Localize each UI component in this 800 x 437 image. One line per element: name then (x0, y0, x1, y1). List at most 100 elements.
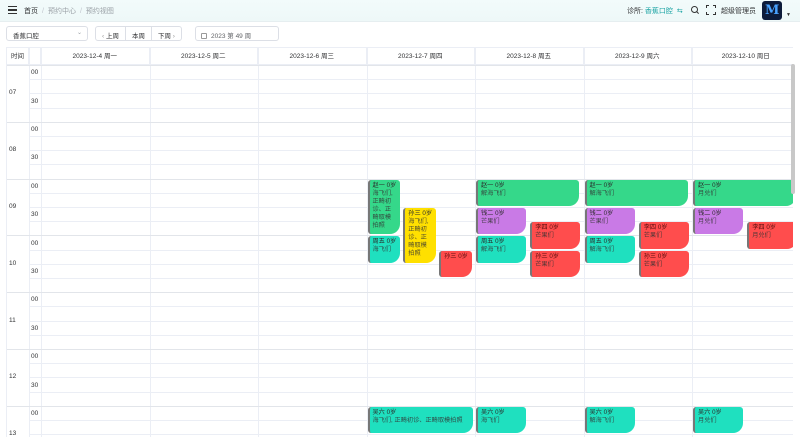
slot-divider (29, 363, 793, 365)
appointment-card[interactable]: 周五 0岁 海飞们 (367, 236, 401, 263)
top-bar: 首页/预约中心/预约视图 诊所: 香蕉口腔 ⇆ 超级管理员 ▼ (0, 0, 800, 22)
minute-label: 00 (31, 353, 39, 361)
slot-divider (29, 278, 793, 279)
appointment-detail: 海飞们, 正畸初诊、正畸取模拍照 (372, 416, 463, 424)
appointment-patient: 钱二 0岁 (589, 210, 614, 217)
minute-label: 30 (31, 154, 39, 162)
hour-divider (7, 121, 793, 123)
appointment-patient: 孙三 0岁 (535, 252, 559, 260)
appointment-detail: 月兑们 (752, 232, 771, 240)
appointment-card[interactable]: 周五 0岁 解海飞们 (476, 236, 527, 263)
appointment-detail: 解海飞们 (589, 189, 615, 197)
minute-label: 30 (31, 97, 39, 105)
appointment-detail: 海飞们, 正畸初诊、正畸取模拍照 (408, 218, 429, 257)
breadcrumb-separator: / (79, 8, 82, 15)
day-header: 2023-12-4 周一 (41, 48, 150, 65)
minute-label: 00 (31, 296, 39, 304)
hour-label: 11 (9, 316, 16, 324)
appointment-card[interactable]: 钱二 0岁 月兑们 (693, 208, 744, 235)
clinic-value[interactable]: 香蕉口腔 (645, 8, 673, 15)
appointment-card[interactable]: 李四 0岁 芒果们 (638, 222, 689, 249)
breadcrumb-home[interactable]: 首页 (24, 8, 38, 15)
appointment-card[interactable]: 孙三 0岁 芒果们 (530, 250, 581, 277)
user-name[interactable]: 超级管理员 (721, 6, 756, 16)
slot-divider (29, 79, 793, 81)
slot-divider (29, 434, 793, 436)
appointment-card[interactable]: 赵一 0岁 海飞们, 正畸初诊、正畸取模拍照 (367, 179, 401, 235)
minute-label: 00 (31, 125, 39, 133)
day-header: 2023-12-7 周四 (367, 48, 475, 65)
appointment-detail: 芒果们 (589, 218, 609, 225)
hour-label: 07 (9, 89, 17, 97)
appointment-patient: 吴六 0岁 (481, 408, 505, 416)
appointment-detail: 解海飞们 (481, 246, 506, 254)
hour-label: 13 (9, 430, 17, 437)
calendar-icon (201, 33, 207, 39)
day-header: 2023-12-6 周三 (258, 48, 367, 65)
hour-label: 09 (9, 203, 17, 210)
appointment-card[interactable]: 周五 0岁 解海飞们 (584, 236, 635, 263)
appointment-patient: 吴六 0岁 (589, 408, 614, 416)
week-picker[interactable]: 2023 第 49 周 (195, 26, 279, 41)
appointment-detail: 芒果们 (643, 232, 663, 240)
clinic-switcher[interactable]: 诊所: 香蕉口腔 ⇆ (627, 6, 683, 16)
appointment-card[interactable]: 赵一 0岁 月兑们 (693, 179, 793, 206)
hour-divider (7, 349, 793, 350)
avatar[interactable] (762, 1, 782, 20)
minute-label: 30 (31, 381, 39, 389)
appointment-patient: 李四 0岁 (643, 224, 668, 232)
grid-column-divider (29, 48, 30, 437)
hour-label: 08 (9, 146, 17, 154)
week-calendar: 时间 2023-12-4 周一 2023-12-5 周二 2023-12-6 周三 20… (6, 47, 793, 437)
appointment-card[interactable]: 钱二 0岁 芒果们 (584, 208, 635, 235)
appointment-detail: 解海飞们 (589, 246, 615, 254)
slot-divider (29, 107, 793, 109)
appointment-patient: 李四 0岁 (752, 224, 776, 232)
appointment-card[interactable]: 孙三 0岁 海飞们, 正畸初诊、正畸取模拍照 (403, 208, 437, 263)
prev-week-button[interactable]: ‹ 上周 (96, 27, 126, 40)
slot-divider (29, 320, 793, 322)
next-week-button[interactable]: 下周 › (152, 27, 181, 40)
appointment-view-page: 首页/预约中心/预约视图 诊所: 香蕉口腔 ⇆ 超级管理员 ▼ 香蕉口腔 ⌄ ‹… (0, 0, 800, 437)
fullscreen-icon[interactable] (706, 5, 716, 15)
appointment-card[interactable]: 李四 0岁 月兑们 (747, 222, 793, 249)
appointment-card[interactable]: 李四 0岁 芒果们 (530, 222, 581, 249)
search-icon[interactable] (690, 5, 700, 15)
grid-column-divider (692, 48, 693, 437)
appointment-card[interactable]: 吴六 0岁 解海飞们 (584, 406, 635, 434)
clinic-select[interactable]: 香蕉口腔 ⌄ (6, 26, 88, 41)
this-week-button[interactable]: 本周 (126, 27, 152, 40)
next-week-label: 下周 (157, 33, 171, 40)
appointment-card[interactable]: 孙三 0岁 芒果们 (638, 250, 689, 277)
grid-column-divider (149, 48, 151, 437)
slot-divider (29, 150, 793, 152)
chevron-right-icon: › (170, 33, 175, 40)
vertical-scrollbar[interactable] (791, 64, 795, 194)
breadcrumb-appointment-center[interactable]: 预约中心 (48, 8, 76, 15)
appointment-patient: 吴六 0岁 (372, 408, 397, 416)
appointment-card[interactable]: 吴六 0岁 海飞们, 正畸初诊、正畸取模拍照 (367, 406, 473, 434)
appointment-card[interactable]: 孙三 0岁 (439, 250, 472, 277)
appointment-card[interactable]: 吴六 0岁 海飞们 (476, 406, 527, 434)
appointment-detail: 芒果们 (535, 232, 554, 240)
appointment-patient: 孙三 0岁 (444, 252, 468, 260)
week-nav-group: ‹ 上周 本周 下周 › (95, 26, 182, 41)
clinic-select-value: 香蕉口腔 (13, 33, 39, 40)
switch-icon[interactable]: ⇆ (677, 8, 683, 15)
appointment-detail: 芒果们 (535, 260, 554, 268)
hour-divider (7, 292, 793, 294)
minute-label: 30 (31, 211, 39, 219)
chevron-down-icon[interactable]: ▼ (786, 12, 791, 18)
week-picker-value: 2023 第 49 周 (211, 33, 252, 40)
slot-divider (29, 136, 793, 137)
appointment-detail: 海飞们 (481, 416, 500, 424)
appointment-card[interactable]: 赵一 0岁 解海飞们 (584, 179, 688, 206)
menu-toggle-icon[interactable] (8, 6, 17, 15)
minute-label: 30 (31, 267, 39, 275)
appointment-card[interactable]: 赵一 0岁 解海飞们 (476, 179, 580, 206)
appointment-card[interactable]: 钱二 0岁 芒果们 (476, 208, 527, 235)
day-header: 2023-12-9 周六 (584, 48, 692, 65)
slot-divider (29, 164, 793, 166)
day-header: 2023-12-5 周二 (150, 48, 258, 65)
appointment-card[interactable]: 吴六 0岁 月兑们 (693, 406, 744, 434)
